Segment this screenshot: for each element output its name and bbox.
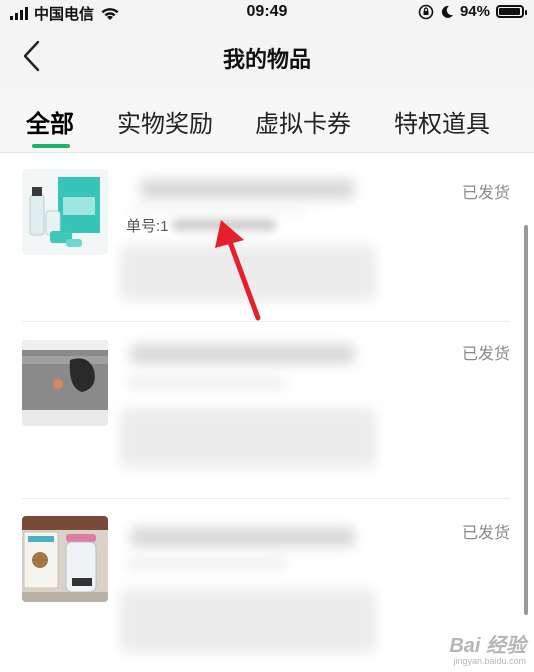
order-status: 已发货 bbox=[461, 525, 510, 542]
watermark-logo: Bai 经验 bbox=[449, 635, 526, 657]
order-item[interactable]: 已发货 bbox=[0, 322, 534, 499]
product-thumbnail bbox=[22, 169, 108, 255]
tab-all[interactable]: 全部 bbox=[26, 104, 74, 139]
order-status: 已发货 bbox=[461, 185, 510, 202]
tab-privilege-items[interactable]: 特权道具 bbox=[394, 104, 490, 139]
order-status: 已发货 bbox=[461, 346, 510, 363]
battery-percent: 94% bbox=[459, 3, 490, 20]
moon-icon bbox=[441, 5, 453, 18]
order-number-label: 单号:1 bbox=[126, 218, 169, 235]
product-thumbnail bbox=[22, 340, 108, 426]
battery-icon bbox=[496, 5, 527, 18]
tab-bar: 全部 实物奖励 虚拟卡券 特权道具 bbox=[0, 88, 534, 153]
nav-bar: 我的物品 bbox=[0, 24, 534, 88]
active-tab-indicator bbox=[32, 144, 70, 148]
tab-virtual-coupons[interactable]: 虚拟卡券 bbox=[255, 104, 351, 139]
watermark: Bai 经验 jingyan.baidu.com bbox=[449, 629, 526, 666]
tab-physical-rewards[interactable]: 实物奖励 bbox=[117, 104, 213, 139]
watermark-url: jingyan.baidu.com bbox=[453, 656, 526, 666]
product-thumbnail bbox=[22, 516, 108, 602]
annotation-arrow-icon bbox=[215, 220, 261, 321]
orientation-lock-icon bbox=[418, 4, 434, 19]
scrollbar[interactable] bbox=[524, 225, 528, 615]
status-bar: 中国电信 09:49 94% bbox=[0, 0, 534, 24]
page-title: 我的物品 bbox=[222, 47, 311, 72]
